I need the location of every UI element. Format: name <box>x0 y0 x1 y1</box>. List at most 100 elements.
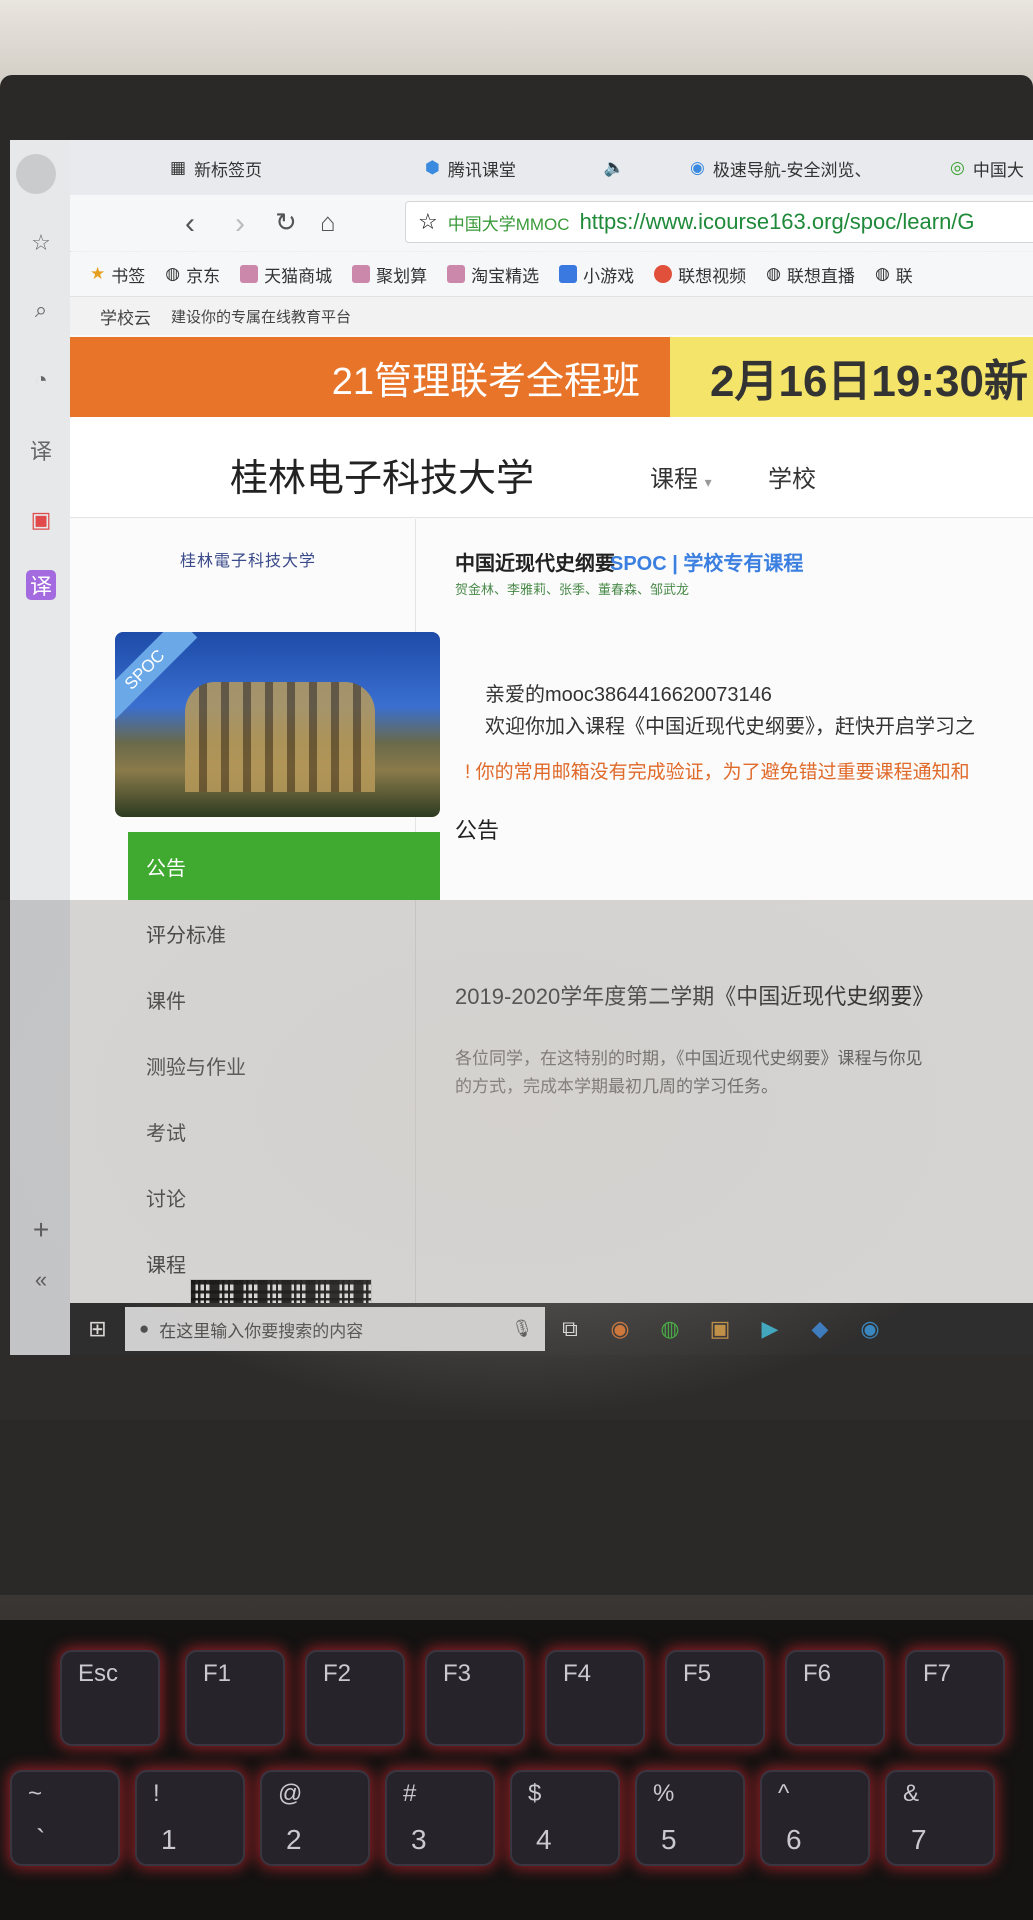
top-line: 学校云 建设你的专属在线教育平台 <box>70 297 1033 335</box>
chat-icon[interactable]: ◔ <box>26 365 56 395</box>
key-f7[interactable]: F7 <box>905 1650 1005 1746</box>
video-player-icon[interactable]: ▶ <box>745 1303 795 1355</box>
key-esc[interactable]: Esc <box>60 1650 160 1746</box>
nav-discussion[interactable]: 讨论 <box>128 1164 440 1230</box>
announcement-title[interactable]: 2019-2020学年度第二学期《中国近现代史纲要》 <box>455 979 934 1011</box>
shield-icon: ⬢ <box>425 158 440 177</box>
browser-taskbar-icon[interactable]: ◉ <box>845 1303 895 1355</box>
key-f3[interactable]: F3 <box>425 1650 525 1746</box>
bookmark-more[interactable]: ◍ 联 <box>875 262 913 287</box>
key-f6[interactable]: F6 <box>785 1650 885 1746</box>
key-f5[interactable]: F5 <box>665 1650 765 1746</box>
back-icon[interactable]: ‹ <box>185 207 195 241</box>
cortana-icon: ● <box>139 1319 150 1338</box>
bookmark-lenovo-video[interactable]: 联想视频 <box>654 262 746 287</box>
nav-quiz-homework[interactable]: 测验与作业 <box>128 1032 440 1098</box>
bookmark-juhuasuan[interactable]: 聚划算 <box>352 262 427 287</box>
key-tilde[interactable]: ~ ` <box>10 1770 120 1866</box>
translate-app-icon[interactable]: 译 <box>26 570 56 600</box>
menu-courses[interactable]: 课程 ▾ <box>650 459 712 494</box>
navigation-bar: ‹ › ↻ ⌂ ☆ 中国大学MMOC https://www.icourse16… <box>70 195 1033 251</box>
laptop-keyboard: Esc F1 F2 F3 F4 F5 F6 F7 ~ ` ! 1 @2 #3 $4 … <box>0 1620 1033 1920</box>
greeting-name: 亲爱的mooc3864416620073146 <box>485 684 772 706</box>
school-name[interactable]: 桂林电子科技大学 <box>230 447 534 502</box>
mooc-app-icon[interactable]: ◆ <box>795 1303 845 1355</box>
nav-announcements[interactable]: 公告 <box>128 832 440 900</box>
key-4[interactable]: $4 <box>510 1770 620 1866</box>
microphone-icon[interactable]: 🎙 <box>511 1319 545 1339</box>
warning-icon: ! <box>465 762 476 783</box>
site-label: 中国大学MMOC <box>447 214 570 234</box>
ruins-picture <box>185 682 375 792</box>
home-icon[interactable]: ⌂ <box>320 207 336 238</box>
tmall-icon <box>240 265 259 283</box>
key-f4[interactable]: F4 <box>545 1650 645 1746</box>
course-teachers[interactable]: 贺金林、李雅莉、张季、董春森、邹武龙 <box>455 579 689 598</box>
collapse-icon[interactable]: « <box>26 1265 56 1295</box>
nav-exam[interactable]: 考试 <box>128 1098 440 1164</box>
nav-courseware[interactable]: 课件 <box>128 966 440 1032</box>
address-bar[interactable]: ☆ 中国大学MMOC https://www.icourse163.org/sp… <box>405 201 1033 243</box>
user-avatar-icon[interactable] <box>16 154 56 194</box>
greeting-text: 欢迎你加入课程《中国近现代史纲要》，赶快开启学习之 <box>485 716 975 738</box>
bookmark-lenovo-live[interactable]: ◍ 联想直播 <box>766 262 855 287</box>
add-icon[interactable]: + <box>26 1214 56 1245</box>
video-icon <box>654 265 673 283</box>
windows-start-icon[interactable]: ⊞ <box>70 1303 125 1355</box>
reload-icon[interactable]: ↻ <box>275 207 297 238</box>
dropdown-icon: ▾ <box>704 474 712 490</box>
taobao-icon <box>447 265 466 283</box>
tab-speed-nav[interactable]: ◉ 极速导航-安全浏览、 <box>690 148 872 188</box>
bookmark-bookmarks[interactable]: ★ 书签 <box>90 262 145 287</box>
welcome-message: 亲爱的mooc3864416620073146 欢迎你加入课程《中国近现代史纲要… <box>485 679 975 743</box>
nav-grading[interactable]: 评分标准 <box>128 900 440 966</box>
banner-right-text: 2月16日19:30新 <box>670 337 1033 417</box>
globe-icon: ◍ <box>165 264 181 283</box>
bookmark-jd[interactable]: ◍ 京东 <box>165 262 220 287</box>
bookmark-tmall[interactable]: 天猫商城 <box>240 262 332 287</box>
key-5[interactable]: % 5 <box>635 1770 745 1866</box>
web-page: 学校云 建设你的专属在线教育平台 21管理联考全程班 2月16日19:30新 桂… <box>70 297 1033 1355</box>
tab-tencent-class[interactable]: ⬢ 腾讯课堂 🔈 <box>425 148 625 188</box>
translate-icon[interactable]: 译 <box>26 435 56 465</box>
university-logo: 桂林電子科技大学 <box>180 553 317 570</box>
key-7[interactable]: & 7 <box>885 1770 995 1866</box>
star-icon[interactable]: ☆ <box>26 228 56 258</box>
tab-new[interactable]: ▦ 新标签页 <box>170 148 262 188</box>
tab-strip: ▦ 新标签页 ⬢ 腾讯课堂 🔈 ◉ 极速导航-安全浏览、 ◎ 中国大 <box>70 140 1033 195</box>
key-1[interactable]: ! 1 <box>135 1770 245 1866</box>
search-icon[interactable]: ⌕ <box>26 295 56 325</box>
game-icon <box>559 265 578 283</box>
taskbar-search[interactable]: ● 在这里输入你要搜索的内容 🎙 <box>125 1307 545 1351</box>
globe-icon: ◍ <box>874 264 890 283</box>
course-content: 桂林電子科技大学 SPOC 公告 评分标准 课件 测验与作业 考试 讨论 课程 <box>70 519 1033 1355</box>
announcements-heading: 公告 <box>455 818 500 843</box>
forward-icon[interactable]: › <box>235 207 245 241</box>
key-2[interactable]: @2 <box>260 1770 370 1866</box>
tab-icourse[interactable]: ◎ 中国大 <box>950 148 1024 188</box>
task-view-icon[interactable]: ⧉ <box>545 1303 595 1355</box>
key-3[interactable]: #3 <box>385 1770 495 1866</box>
banner-left-text: 21管理联考全程班 <box>70 337 670 417</box>
menu-schools[interactable]: 学校 <box>768 459 816 494</box>
course-sidebar: 桂林電子科技大学 SPOC 公告 评分标准 课件 测验与作业 考试 讨论 课程 <box>70 519 440 1355</box>
ad-banner[interactable]: 21管理联考全程班 2月16日19:30新 <box>70 337 1033 417</box>
email-warning[interactable]: ! 你的常用邮箱没有完成验证，为了避免错过重要课程通知和 <box>465 757 970 784</box>
game-app-icon[interactable]: ▣ <box>695 1303 745 1355</box>
url-text[interactable]: https://www.icourse163.org/spoc/learn/G <box>580 209 975 235</box>
bookmark-games[interactable]: 小游戏 <box>559 262 634 287</box>
key-f2[interactable]: F2 <box>305 1650 405 1746</box>
key-6[interactable]: ^ 6 <box>760 1770 870 1866</box>
wechat-icon[interactable]: ◍ <box>645 1303 695 1355</box>
course-nav: 公告 评分标准 课件 测验与作业 考试 讨论 课程 <box>128 832 440 1296</box>
slogan: 建设你的专属在线教育平台 <box>171 308 352 326</box>
firefox-icon[interactable]: ◉ <box>595 1303 645 1355</box>
bookmark-taobao[interactable]: 淘宝精选 <box>447 262 539 287</box>
bookmark-star-icon[interactable]: ☆ <box>418 209 438 235</box>
brand-link[interactable]: 学校云 <box>100 304 151 329</box>
globe-icon: ◍ <box>766 264 781 283</box>
grid-icon: ▦ <box>170 158 187 177</box>
key-f1[interactable]: F1 <box>185 1650 285 1746</box>
course-cover-image: SPOC <box>115 632 440 817</box>
app-icon[interactable]: ▣ <box>26 505 56 535</box>
